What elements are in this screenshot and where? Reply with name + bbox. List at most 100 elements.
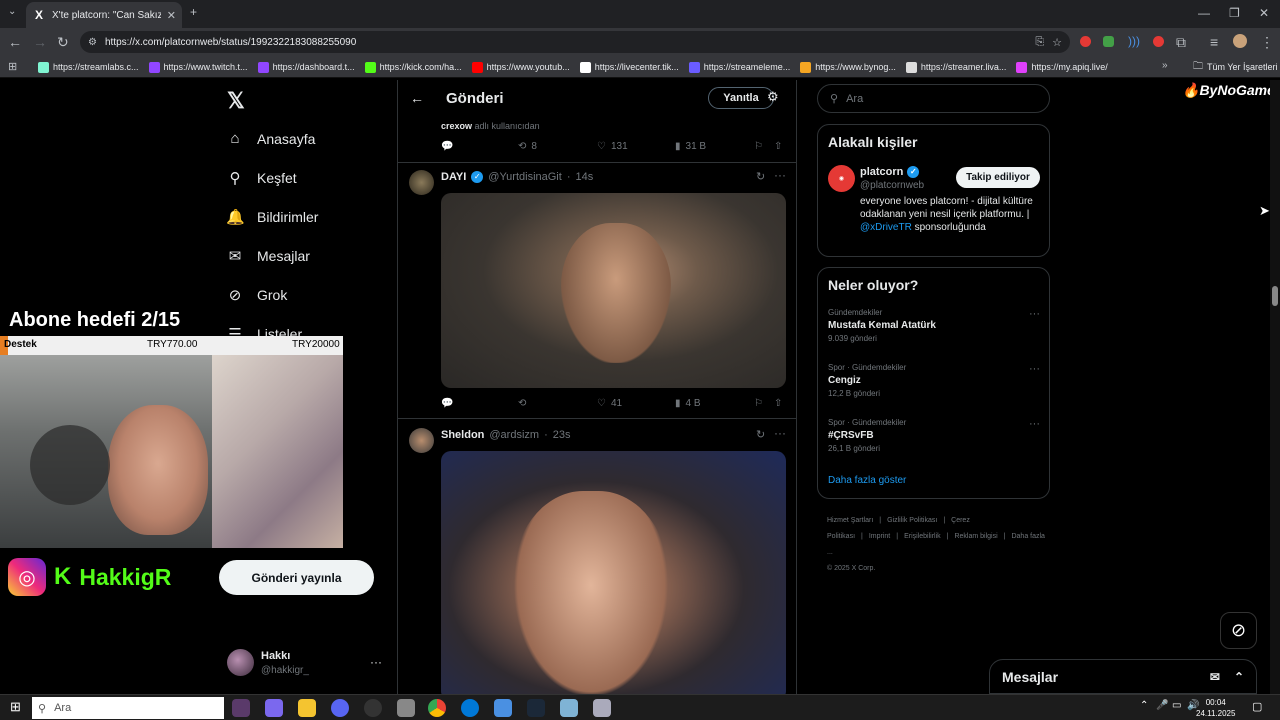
footer-link[interactable]: Erişilebilirlik (904, 533, 941, 540)
reply-action[interactable]: 💬 (441, 141, 453, 152)
post-handle[interactable]: @ardsizm (489, 429, 539, 441)
scrollbar-thumb[interactable] (1272, 286, 1278, 306)
trend-more-icon[interactable]: ··· (1029, 363, 1040, 375)
network-icon[interactable]: ▭ (1172, 700, 1181, 711)
grok-post-icon[interactable]: ↻ (756, 428, 765, 441)
post-avatar[interactable] (409, 428, 434, 453)
taskbar-app-icon[interactable] (232, 699, 250, 717)
bookmark-item[interactable]: https://dashboard.t... (257, 61, 355, 73)
footer-link[interactable]: Reklam bilgisi (954, 533, 997, 540)
share-action[interactable]: ⇧ (774, 141, 782, 152)
retweet-action[interactable]: ⟲ (518, 398, 526, 409)
extension-shield-icon[interactable] (1103, 36, 1114, 47)
taskbar-steam-icon[interactable] (527, 699, 545, 717)
post-author[interactable]: DAYI (441, 171, 466, 183)
bookmark-item[interactable]: https://streamer.liva... (905, 61, 1006, 73)
post-time[interactable]: 23s (553, 429, 571, 441)
post-image[interactable] (441, 193, 786, 388)
bookmark-item[interactable]: https://my.apiq.live/ (1016, 61, 1108, 73)
trend-item[interactable]: Gündemdekiler Mustafa Kemal Atatürk 9.039 … (828, 308, 1040, 343)
back-arrow-icon[interactable]: ← (410, 90, 424, 106)
account-switcher[interactable]: Hakkı @hakkigr_ ··· (227, 649, 387, 679)
taskbar-explorer-icon[interactable] (298, 699, 316, 717)
footer-link[interactable]: Imprint (869, 533, 890, 540)
account-more-icon[interactable]: ··· (370, 655, 382, 669)
bookmark-item[interactable]: https://streameleme... (688, 61, 790, 73)
trend-more-icon[interactable]: ··· (1029, 308, 1040, 320)
like-action[interactable]: ♡ 41 (597, 398, 622, 409)
nav-item-keşfet[interactable]: ⚲ Keşfet (226, 169, 297, 187)
minimize-icon[interactable]: — (1198, 6, 1210, 20)
taskbar-search[interactable]: ⚲ Ara (32, 697, 224, 719)
windows-start-icon[interactable]: ⊞ (10, 699, 21, 715)
taskbar-app3-icon[interactable] (494, 699, 512, 717)
install-icon[interactable]: ⎘ (1035, 36, 1044, 49)
reply-button[interactable]: Yanıtla (708, 87, 774, 109)
trend-item[interactable]: Spor · Gündemdekiler Cengiz 12,2 B gönderi… (828, 363, 1040, 398)
bookmark-item[interactable]: https://streamlabs.c... (38, 61, 139, 73)
site-info-icon[interactable]: ⚙ (88, 37, 97, 48)
bookmark-action[interactable]: ⚐ (754, 141, 763, 152)
taskbar-app2-icon[interactable] (397, 699, 415, 717)
forward-icon[interactable]: → (33, 34, 47, 50)
grok-post-icon[interactable]: ↻ (756, 170, 765, 183)
tray-overflow-icon[interactable]: ⌃ (1140, 700, 1148, 711)
trend-more-icon[interactable]: ··· (1029, 418, 1040, 430)
nav-item-mesajlar[interactable]: ✉ Mesajlar (226, 247, 310, 265)
bio-link[interactable]: @xDriveTR (860, 222, 912, 233)
person-handle[interactable]: @platcornweb (860, 180, 924, 191)
search-input[interactable]: ⚲ Ara (817, 84, 1050, 113)
taskbar-discord-icon[interactable] (331, 699, 349, 717)
menu-kebab-icon[interactable]: ⋮ (1260, 34, 1274, 51)
post-more-icon[interactable]: ··· (774, 426, 786, 440)
views-action[interactable]: ▮ 31 B (675, 141, 706, 152)
post-image[interactable] (441, 451, 786, 694)
show-more-link[interactable]: Daha fazla göster (828, 475, 906, 486)
taskbar-edge-icon[interactable] (461, 699, 479, 717)
extension-red-icon[interactable] (1153, 36, 1164, 47)
expand-drawer-icon[interactable]: ⌃ (1234, 670, 1244, 684)
platcorn-avatar[interactable]: ◉ (828, 165, 855, 192)
taskbar-obs-icon[interactable] (364, 699, 382, 717)
bookmark-item[interactable]: https://www.bynog... (800, 61, 896, 73)
bookmarks-overflow-icon[interactable]: » (1162, 60, 1168, 71)
post-handle[interactable]: @YurtdisinaGit (488, 171, 562, 183)
x-logo-icon[interactable]: 𝕏 (227, 88, 245, 114)
taskbar-chrome-icon[interactable] (428, 699, 446, 717)
footer-link[interactable]: Gizlilik Politikası (887, 517, 937, 524)
page-scrollbar[interactable] (1270, 80, 1280, 694)
address-bar[interactable]: ⚙ https://x.com/platcornweb/status/19923… (80, 31, 1070, 53)
back-icon[interactable]: ← (8, 34, 22, 50)
taskbar-clock[interactable]: 00:04 24.11.2025 (1196, 697, 1235, 719)
extension-wave-icon[interactable]: ))) (1128, 34, 1140, 48)
taskbar-app4-icon[interactable] (560, 699, 578, 717)
media-control-icon[interactable]: ≡ (1210, 34, 1218, 50)
apps-grid-icon[interactable]: ⊞ (8, 60, 17, 73)
browser-tab[interactable]: X X'te platcorn: "Can Sakızlı, Kick ✕ (26, 2, 182, 28)
nav-item-anasayfa[interactable]: ⌂ Anasayfa (226, 130, 315, 147)
extensions-puzzle-icon[interactable]: ⧉ (1176, 34, 1186, 51)
bookmark-item[interactable]: https://www.youtub... (471, 61, 570, 73)
post-time[interactable]: 14s (575, 171, 593, 183)
new-message-icon[interactable]: ✉ (1210, 670, 1220, 684)
bookmark-action[interactable]: ⚐ (754, 398, 763, 409)
bookmark-star-icon[interactable]: ☆ (1052, 36, 1062, 49)
post-more-icon[interactable]: ··· (774, 168, 786, 182)
window-close-icon[interactable]: ✕ (1259, 6, 1269, 20)
notification-icon[interactable]: ▢ (1252, 700, 1262, 713)
footer-link[interactable]: Hizmet Şartları (827, 517, 873, 524)
bookmark-item[interactable]: https://www.twitch.t... (148, 61, 248, 73)
retweet-action[interactable]: ⟲ 8 (518, 141, 537, 152)
post-button[interactable]: Gönderi yayınla (219, 560, 374, 595)
profile-avatar[interactable] (1233, 34, 1247, 48)
person-name-row[interactable]: platcorn ✓ (860, 166, 920, 178)
tab-search-icon[interactable]: ⌄ (8, 6, 16, 17)
views-action[interactable]: ▮ 4 B (675, 398, 701, 409)
post-author[interactable]: Sheldon (441, 429, 484, 441)
bookmark-item[interactable]: https://livecenter.tik... (579, 61, 679, 73)
reply-action[interactable]: 💬 (441, 398, 453, 409)
tab-close-icon[interactable]: ✕ (167, 9, 176, 22)
microphone-icon[interactable]: 🎤 (1156, 700, 1168, 711)
following-button[interactable]: Takip ediliyor (956, 167, 1040, 188)
taskbar-copilot-icon[interactable] (265, 699, 283, 717)
